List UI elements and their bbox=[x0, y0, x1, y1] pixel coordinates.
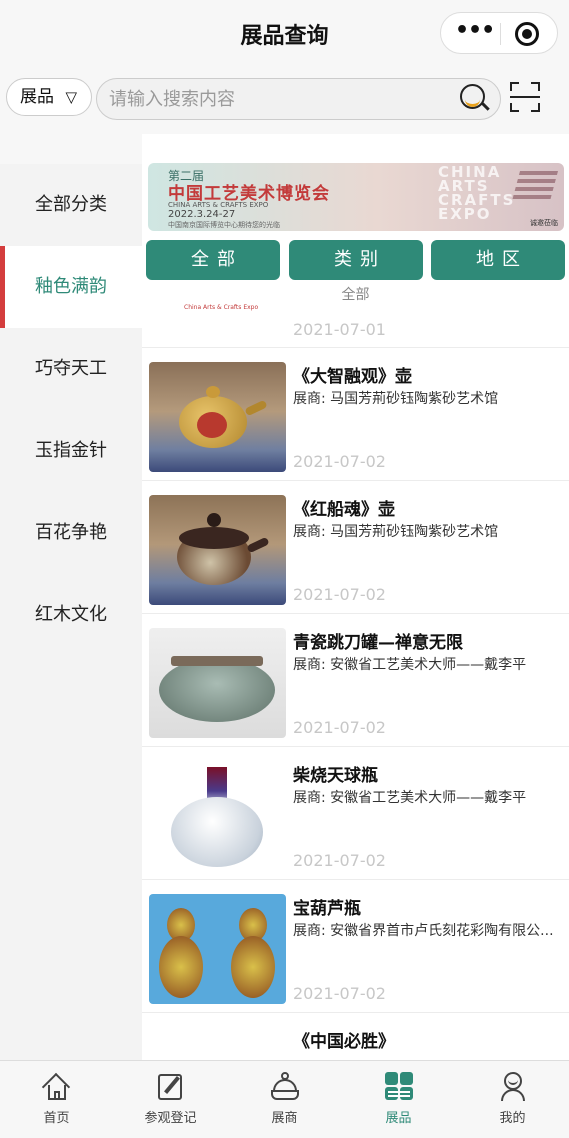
profile-icon bbox=[498, 1071, 528, 1101]
banner-invite: 诚邀莅临 bbox=[530, 219, 558, 227]
capsule-divider bbox=[500, 23, 501, 45]
expo-banner[interactable]: 第二届 中国工艺美术博览会 CHINA ARTS & CRAFTS EXPO 2… bbox=[148, 163, 564, 231]
tab-exhibitors[interactable]: 展商 bbox=[228, 1061, 341, 1138]
sidebar-item-redwood[interactable]: 红木文化 bbox=[0, 574, 142, 656]
list-item[interactable]: 宝葫芦瓶 展商: 安徽省界首市卢氏刻花彩陶有限公... 2021-07-02 bbox=[142, 880, 569, 1013]
product-thumbnail bbox=[149, 761, 286, 871]
list-item[interactable]: 《中国必胜》 bbox=[142, 1013, 569, 1060]
title-bar: 展品查询 ••• bbox=[0, 0, 569, 64]
search-input[interactable] bbox=[109, 85, 449, 113]
tab-products[interactable]: 展品 bbox=[342, 1061, 455, 1138]
home-icon bbox=[41, 1071, 72, 1102]
tab-home[interactable]: 首页 bbox=[0, 1061, 113, 1138]
product-name: 柴烧天球瓶 bbox=[293, 766, 378, 786]
product-name: 《大智融观》壶 bbox=[293, 367, 412, 387]
tab-category[interactable]: 类别 bbox=[289, 240, 423, 280]
banner-stripes bbox=[511, 171, 559, 201]
item-date: 2021-07-01 bbox=[293, 320, 386, 339]
product-thumbnail bbox=[149, 362, 286, 472]
tab-label: 展商 bbox=[271, 1111, 298, 1126]
register-icon bbox=[156, 1071, 186, 1101]
product-exhibitor: 展商: 马国芳荊砂钰陶紫砂艺术馆 bbox=[293, 391, 499, 407]
tab-region[interactable]: 地区 bbox=[431, 240, 565, 280]
tab-register[interactable]: 参观登记 bbox=[114, 1061, 227, 1138]
item-logo-text: China Arts & Crafts Expo bbox=[184, 304, 259, 311]
product-list-panel: 第二届 中国工艺美术博览会 CHINA ARTS & CRAFTS EXPO 2… bbox=[142, 134, 569, 1060]
search-icon[interactable] bbox=[460, 84, 490, 114]
tab-label: 展品 bbox=[385, 1111, 412, 1126]
product-name: 《中国必胜》 bbox=[293, 1032, 395, 1052]
product-exhibitor: 展商: 安徽省工艺美术大师——戴李平 bbox=[293, 657, 527, 673]
tab-all[interactable]: 全部 bbox=[146, 240, 280, 280]
filter-tabs: 全部 类别 地区 bbox=[146, 240, 566, 280]
banner-dates: 2022.3.24-27 bbox=[168, 209, 236, 220]
bottom-tab-bar: 首页 参观登记 展商 展品 我的 bbox=[0, 1060, 569, 1138]
item-date: 2021-07-02 bbox=[293, 984, 386, 1003]
banner-venue: 中国南京国际博览中心期待您的光临 bbox=[168, 221, 280, 229]
tab-label: 我的 bbox=[499, 1111, 526, 1126]
product-exhibitor: 展商: 安徽省工艺美术大师——戴李平 bbox=[293, 790, 527, 806]
scan-icon[interactable] bbox=[510, 82, 540, 112]
tab-label: 首页 bbox=[43, 1111, 70, 1126]
search-type-select[interactable]: 展品 ▽ bbox=[6, 78, 92, 116]
product-name: 宝葫芦瓶 bbox=[293, 899, 361, 919]
banner-english: CHINA ARTS & CRAFTS EXPO bbox=[168, 201, 269, 209]
exhibitor-icon bbox=[270, 1071, 300, 1101]
tab-profile[interactable]: 我的 bbox=[456, 1061, 569, 1138]
chevron-down-icon: ▽ bbox=[65, 88, 77, 106]
product-thumbnail bbox=[149, 894, 286, 1004]
category-sidebar: 全部分类 釉色满韵 巧夺天工 玉指金针 百花争艳 红木文化 bbox=[0, 164, 142, 1060]
tab-label: 参观登记 bbox=[144, 1111, 197, 1126]
close-target-icon[interactable] bbox=[515, 22, 539, 46]
more-icon[interactable]: ••• bbox=[455, 20, 495, 45]
products-icon bbox=[384, 1071, 414, 1101]
list-item[interactable]: 《红船魂》壶 展商: 马国芳荊砂钰陶紫砂艺术馆 2021-07-02 bbox=[142, 481, 569, 614]
mini-program-capsule: ••• bbox=[440, 12, 558, 54]
list-item[interactable]: 《大智融观》壶 展商: 马国芳荊砂钰陶紫砂艺术馆 2021-07-02 bbox=[142, 348, 569, 481]
sidebar-item-all[interactable]: 全部分类 bbox=[0, 164, 142, 246]
sidebar-item-glaze[interactable]: 釉色满韵 bbox=[0, 246, 142, 328]
product-thumbnail bbox=[149, 628, 286, 738]
product-thumbnail bbox=[149, 1027, 286, 1060]
list-item[interactable]: China Arts & Crafts Expo 2021-07-01 bbox=[142, 300, 569, 348]
sidebar-item-embroidery[interactable]: 玉指金针 bbox=[0, 410, 142, 492]
product-name: 青瓷跳刀罐—禅意无限 bbox=[293, 633, 463, 653]
product-exhibitor: 展商: 马国芳荊砂钰陶紫砂艺术馆 bbox=[293, 524, 499, 540]
search-type-label: 展品 bbox=[20, 87, 54, 107]
sidebar-item-flowers[interactable]: 百花争艳 bbox=[0, 492, 142, 574]
search-box bbox=[96, 78, 501, 120]
product-name: 《红船魂》壶 bbox=[293, 500, 395, 520]
item-date: 2021-07-02 bbox=[293, 585, 386, 604]
item-date: 2021-07-02 bbox=[293, 452, 386, 471]
product-thumbnail bbox=[149, 495, 286, 605]
list-item[interactable]: 柴烧天球瓶 展商: 安徽省工艺美术大师——戴李平 2021-07-02 bbox=[142, 747, 569, 880]
item-date: 2021-07-02 bbox=[293, 718, 386, 737]
item-date: 2021-07-02 bbox=[293, 851, 386, 870]
sidebar-item-craft[interactable]: 巧夺天工 bbox=[0, 328, 142, 410]
search-row: 展品 ▽ bbox=[0, 64, 569, 134]
list-item[interactable]: 青瓷跳刀罐—禅意无限 展商: 安徽省工艺美术大师——戴李平 2021-07-02 bbox=[142, 614, 569, 747]
product-exhibitor: 展商: 安徽省界首市卢氏刻花彩陶有限公... bbox=[293, 923, 554, 939]
